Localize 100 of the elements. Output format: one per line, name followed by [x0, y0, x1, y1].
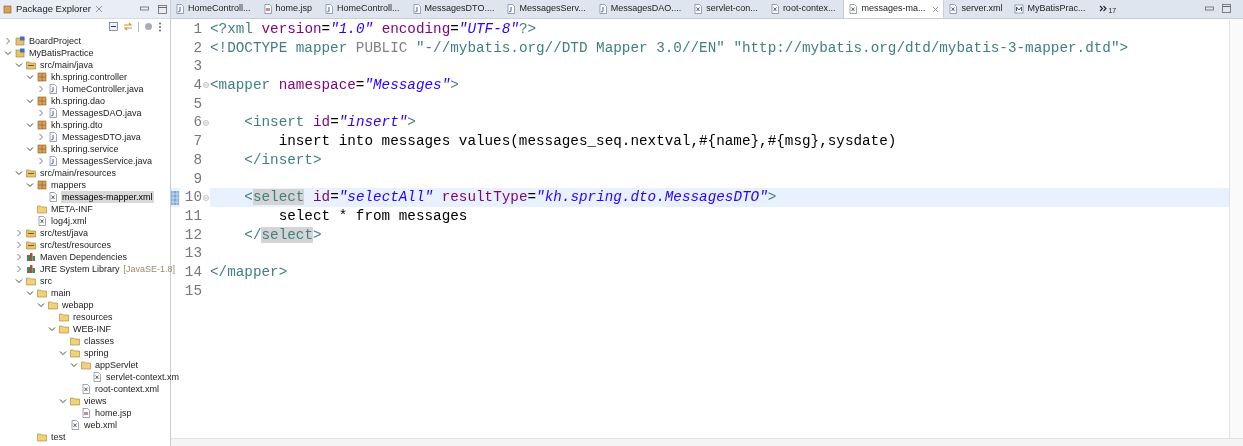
editor-tab[interactable]: HomeControll...: [171, 0, 259, 18]
tree-item[interactable]: BoardProject: [28, 35, 83, 47]
xml-file-icon: [693, 3, 704, 14]
tree-item[interactable]: web.xml: [83, 419, 118, 431]
tree-item[interactable]: home.jsp: [94, 407, 133, 419]
code-line: select * from messages: [277, 206, 468, 226]
tree-item[interactable]: classes: [83, 335, 115, 347]
editor-tab[interactable]: messages-ma...: [843, 0, 945, 18]
editor-tab[interactable]: root-contex...: [765, 0, 844, 18]
tree-item[interactable]: messages-mapper.xml: [61, 191, 154, 203]
package-icon: [37, 120, 47, 130]
line-number: 10: [180, 188, 202, 207]
tree-item[interactable]: spring: [83, 347, 110, 359]
tree-item[interactable]: kh.spring.controller: [50, 71, 129, 83]
minimize-icon[interactable]: [1205, 5, 1214, 12]
folder-icon: [37, 432, 47, 442]
tree-item[interactable]: servlet-context.xm: [105, 371, 181, 383]
source-folder-icon: [26, 228, 36, 238]
jsp-file-icon: [81, 408, 91, 418]
xml-file-icon: [81, 384, 91, 394]
package-icon: [37, 180, 47, 190]
editor-tab[interactable]: home.jsp: [258, 0, 321, 18]
view-menu-icon[interactable]: [158, 21, 162, 32]
java-file-icon: [48, 108, 58, 118]
vertical-scrollbar[interactable]: [1229, 20, 1243, 438]
filter-icon[interactable]: [144, 22, 153, 31]
code-line: insert into messages values(messages_seq.nextval,#{name},#{msg},sysdate): [277, 132, 897, 151]
tree-item[interactable]: HomeController.java: [61, 83, 145, 95]
source-folder-icon: [26, 60, 36, 70]
tree-item[interactable]: resources: [72, 311, 114, 323]
fold-icon[interactable]: [203, 82, 209, 89]
code-line: <?xml version="1.0" encoding="UTF-8"?>: [210, 20, 537, 39]
project-icon: [15, 36, 25, 46]
tree-item[interactable]: kh.spring.dao: [50, 95, 107, 107]
maximize-icon[interactable]: [158, 4, 167, 14]
fold-icon[interactable]: [203, 194, 209, 201]
tree-item[interactable]: main: [50, 287, 72, 299]
tree-item[interactable]: MessagesDTO.java: [61, 131, 142, 143]
maximize-icon[interactable]: [1222, 4, 1231, 13]
editor-tab[interactable]: HomeControll...: [320, 0, 408, 18]
fold-icon[interactable]: [203, 119, 209, 126]
close-icon[interactable]: [932, 5, 940, 13]
tree-item[interactable]: appServlet: [94, 359, 140, 371]
tree-item[interactable]: webapp: [61, 299, 95, 311]
source-folder-icon: [26, 168, 36, 178]
tree-item[interactable]: kh.spring.dto: [50, 119, 104, 131]
tree-item-decoration: [JavaSE-1.8]: [123, 263, 176, 275]
editor-tab[interactable]: MyBatisPrac...: [1010, 0, 1094, 18]
editor-tab[interactable]: servlet-con...: [689, 0, 766, 18]
tree-item[interactable]: WEB-INF: [72, 323, 112, 335]
code-line: </select>: [243, 225, 322, 245]
tree-item[interactable]: Maven Dependencies: [39, 251, 129, 263]
tree-item[interactable]: JRE System Library: [39, 263, 121, 275]
tree-item[interactable]: src/test/java: [39, 227, 89, 239]
tree-item[interactable]: META-INF: [50, 203, 94, 215]
xml-file-icon: [92, 372, 102, 382]
tree-item[interactable]: views: [83, 395, 108, 407]
tree-item[interactable]: test: [50, 431, 67, 443]
tree-item[interactable]: MessagesDAO.java: [61, 107, 143, 119]
java-file-icon: [48, 156, 58, 166]
java-file-icon: [48, 84, 58, 94]
tree-item[interactable]: src/test/resources: [39, 239, 113, 251]
tree-item[interactable]: root-context.xml: [94, 383, 161, 395]
package-icon: [37, 144, 47, 154]
folder-icon: [37, 204, 47, 214]
tree-item[interactable]: log4j.xml: [50, 215, 88, 227]
xml-file-icon: [70, 420, 80, 430]
minimize-icon[interactable]: [140, 6, 149, 12]
editor-tab[interactable]: MessagesDAO....: [593, 0, 690, 18]
code-line: </insert>: [243, 150, 322, 170]
link-editor-icon[interactable]: [123, 22, 133, 31]
editor-tab[interactable]: MessagesDTO....: [407, 0, 503, 18]
chevron-double-icon[interactable]: [1099, 5, 1108, 12]
xml-file-icon: [48, 192, 58, 202]
library-icon: [26, 264, 36, 274]
java-file-icon: [506, 3, 517, 14]
tree-item[interactable]: MessagesService.java: [61, 155, 154, 167]
tree-item[interactable]: MyBatisPractice: [28, 47, 95, 59]
tree-item[interactable]: src/main/java: [39, 59, 94, 71]
java-file-icon: [175, 3, 185, 14]
project-icon: [15, 48, 25, 58]
horizontal-scrollbar[interactable]: [171, 438, 1243, 446]
java-file-icon: [48, 132, 58, 142]
editor-tab[interactable]: server.xml: [944, 0, 1011, 18]
tree-item[interactable]: kh.spring.service: [50, 143, 120, 155]
java-file-icon: [324, 3, 335, 14]
code-line: <insert id="insert">: [243, 113, 416, 133]
jsp-file-icon: [262, 3, 273, 14]
tree-item[interactable]: src/main/resources: [39, 167, 118, 179]
editor-tab[interactable]: MessagesServ...: [502, 0, 594, 18]
code-line: <!DOCTYPE mapper PUBLIC "-//mybatis.org//DTD Mapper 3.0//EN" "http://mybatis.org/dtd/mybatis-3-mapper.dtd">: [210, 38, 1129, 58]
close-icon[interactable]: [95, 5, 103, 13]
tree-item[interactable]: mappers: [50, 179, 87, 191]
tree-item[interactable]: src: [39, 275, 53, 287]
collapse-all-icon[interactable]: [109, 22, 118, 31]
code-line: <mapper namespace="Messages">: [210, 76, 459, 95]
package-icon: [37, 72, 47, 82]
package-explorer-icon: [3, 4, 12, 14]
code-line: </mapper>: [210, 262, 288, 282]
source-folder-icon: [26, 240, 36, 250]
